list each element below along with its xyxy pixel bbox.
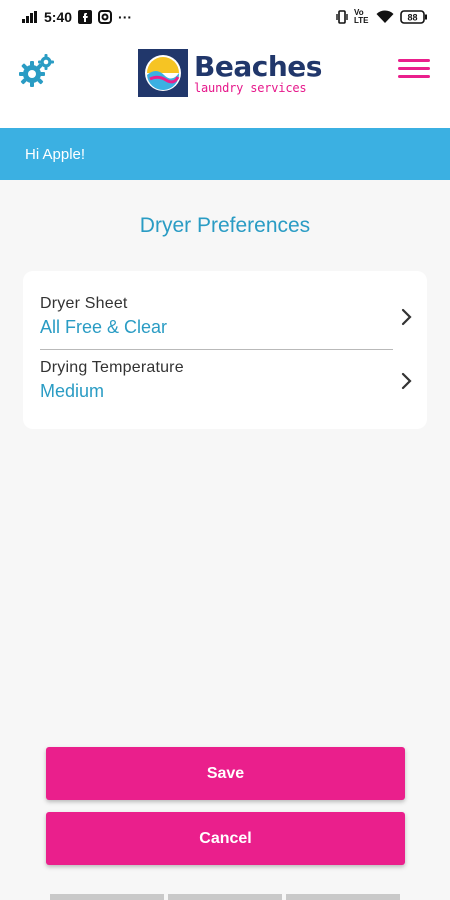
greeting-text: Hi Apple!: [25, 145, 86, 163]
status-bar: 5:40 ··· Vo LTE 88: [0, 0, 450, 34]
battery-icon: 88: [400, 10, 428, 24]
pref-row-drying-temperature[interactable]: Drying Temperature Medium: [40, 359, 412, 419]
status-right: Vo LTE 88: [336, 9, 428, 25]
instagram-icon: [98, 10, 113, 24]
app-header: Beaches laundry services: [0, 34, 450, 128]
save-button[interactable]: Save: [46, 747, 405, 800]
bottom-nav-strip: [0, 894, 450, 900]
bottom-strip-segment: [286, 894, 400, 900]
logo-text: Beaches laundry services: [194, 49, 322, 95]
logo-mark-icon: [138, 49, 188, 97]
pref-label: Dryer Sheet: [40, 295, 128, 312]
divider: [40, 349, 393, 350]
settings-gears-icon: [18, 53, 56, 92]
signal-icon: [22, 11, 38, 23]
battery-level: 88: [407, 13, 417, 23]
chevron-right-icon: [400, 307, 414, 327]
pref-label: Drying Temperature: [40, 359, 184, 376]
greeting-bar: Hi Apple!: [0, 128, 450, 180]
logo-tagline: laundry services: [194, 80, 307, 95]
status-time: 5:40: [44, 9, 73, 25]
volte-label: Vo LTE: [354, 8, 369, 25]
logo-name: Beaches: [194, 49, 322, 83]
settings-button[interactable]: [16, 53, 58, 92]
pref-value: Medium: [40, 381, 105, 401]
preferences-card: Dryer Sheet All Free & Clear Drying Temp…: [23, 271, 427, 429]
hamburger-menu-icon: [398, 59, 432, 84]
wifi-icon: [376, 10, 394, 24]
pref-value: All Free & Clear: [40, 317, 168, 337]
cancel-button[interactable]: Cancel: [46, 812, 405, 865]
menu-button[interactable]: [398, 58, 434, 86]
status-left: 5:40 ···: [22, 9, 132, 25]
beaches-logo: Beaches laundry services: [138, 48, 322, 98]
facebook-icon: [78, 10, 93, 24]
pref-row-dryer-sheet[interactable]: Dryer Sheet All Free & Clear: [40, 295, 412, 355]
bottom-strip-segment: [50, 894, 164, 900]
bottom-strip-segment: [168, 894, 282, 900]
vibrate-icon: [336, 10, 348, 24]
chevron-right-icon: [400, 371, 414, 391]
status-more: ···: [118, 9, 133, 25]
page-title: Dryer Preferences: [139, 214, 311, 237]
